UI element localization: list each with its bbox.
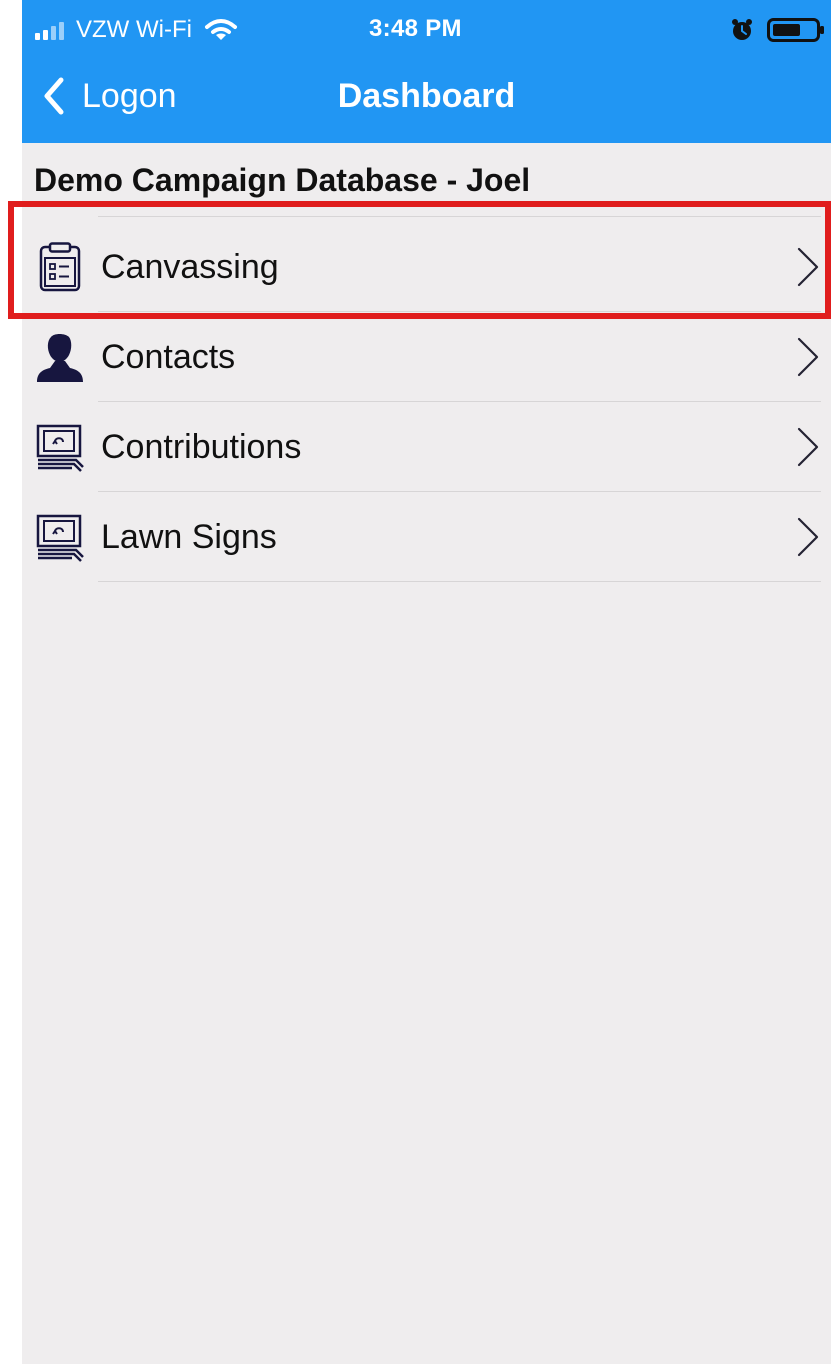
money-icon <box>34 512 86 562</box>
battery-icon <box>767 18 824 42</box>
menu-item-lawn-signs[interactable]: Lawn Signs <box>22 492 831 582</box>
dashboard-screen: VZW Wi-Fi 3:48 PM Logon Dashboard Demo C… <box>22 0 831 1364</box>
status-time: 3:48 PM <box>369 15 462 42</box>
signal-icon <box>35 22 64 40</box>
clipboard-icon <box>34 242 86 292</box>
menu-item-contacts[interactable]: Contacts <box>22 312 831 402</box>
menu-item-label: Lawn Signs <box>101 518 277 556</box>
database-title: Demo Campaign Database - Joel <box>34 162 531 198</box>
chevron-right-icon <box>795 335 821 379</box>
menu-item-label: Contacts <box>101 338 236 376</box>
wifi-icon <box>204 19 237 40</box>
chevron-right-icon <box>795 515 821 559</box>
status-bar-left: VZW Wi-Fi <box>34 15 238 45</box>
menu-item-label: Contributions <box>101 428 302 466</box>
person-icon <box>34 332 86 382</box>
menu-item-contributions[interactable]: Contributions <box>22 402 831 492</box>
menu-item-canvassing[interactable]: Canvassing <box>22 222 831 312</box>
navigation-bar: VZW Wi-Fi 3:48 PM Logon Dashboard <box>22 0 831 143</box>
list-top-divider <box>98 216 821 217</box>
status-bar-right <box>729 17 825 43</box>
carrier-label: VZW Wi-Fi <box>76 16 192 43</box>
alarm-icon <box>732 19 752 40</box>
chevron-right-icon <box>795 245 821 289</box>
money-icon <box>34 422 86 472</box>
menu-item-label: Canvassing <box>101 248 279 286</box>
chevron-right-icon <box>795 425 821 469</box>
page-title: Dashboard <box>337 77 516 115</box>
